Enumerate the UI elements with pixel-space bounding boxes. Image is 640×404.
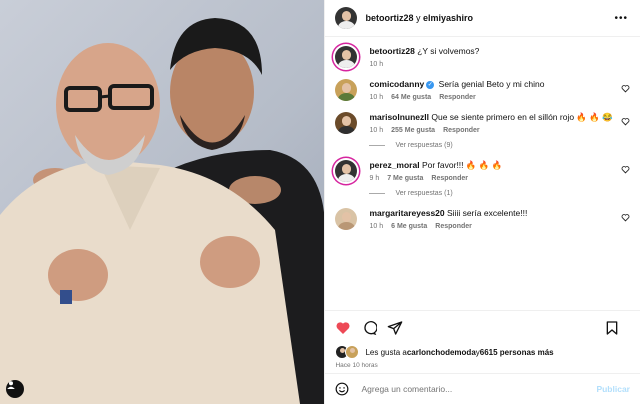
comment-likes[interactable]: 7 Me gusta [387,175,423,182]
commenter-avatar[interactable] [335,112,358,134]
comment-text: Sería genial Beto y mi chino [438,79,545,89]
commenter-avatar[interactable] [335,208,358,230]
caption-username[interactable]: betoortiz28 [369,46,414,56]
view-replies-label: Ver respuestas (9) [395,142,453,149]
comment-item: marisolnunezll Que se siente primero en … [335,111,630,134]
liker-username[interactable]: carlonchodemoda [407,348,476,357]
likes-count[interactable]: 6615 personas más [480,348,554,357]
post-photo[interactable] [0,0,325,404]
user-tag-icon[interactable] [6,380,24,398]
caption-text: ¿Y si volvemos? [417,46,480,56]
comment-input[interactable] [359,383,597,395]
heart-outline-icon[interactable] [621,213,630,222]
publish-button[interactable]: Publicar [596,384,630,394]
reply-button[interactable]: Responder [435,223,472,230]
post-time: Hace 10 horas [335,362,378,369]
caption-avatar[interactable] [335,46,358,68]
add-comment-bar: Publicar [325,373,640,404]
commenter-username[interactable]: margaritareyess20 [369,208,444,218]
comment-text: Por favor!!! 🔥 🔥 🔥 [421,160,503,170]
commenter-avatar[interactable] [335,160,358,182]
coauthor-username[interactable]: elmiyashiro [423,13,473,23]
view-replies-button[interactable]: Ver respuestas (9) [369,142,630,149]
instagram-post-modal: betoortiz28 y elmiyashiro ••• betoortiz2… [0,0,640,404]
reply-button[interactable]: Responder [443,127,480,134]
caption-time: 10 h [369,61,384,68]
view-replies-label: Ver respuestas (1) [395,190,453,197]
heart-filled-icon[interactable] [335,320,351,336]
comment-time: 10 h [369,94,384,101]
heart-outline-icon[interactable] [621,84,630,93]
heart-outline-icon[interactable] [621,165,630,174]
photo-illustration [0,18,325,404]
comment-likes[interactable]: 6 Me gusta [391,223,427,230]
commenter-username[interactable]: marisolnunezll [369,112,429,122]
more-icon[interactable]: ••• [614,13,628,24]
comment-text: Que se siente primero en el sillón rojo … [431,112,613,122]
view-replies-button[interactable]: Ver respuestas (1) [369,190,630,197]
comment-time: 9 h [369,175,380,182]
comment-likes[interactable]: 255 Me gusta [391,127,435,134]
reply-button[interactable]: Responder [431,175,468,182]
reply-button[interactable]: Responder [439,94,476,101]
comments-list[interactable]: betoortiz28 ¿Y si volvemos? 10 h comicod… [325,37,640,310]
action-bar [335,319,630,337]
authors-connector: y [413,13,424,23]
comment-item: perez_moral Por favor!!! 🔥 🔥 🔥 9 h 7 Me g… [335,159,630,182]
comment-text: Siiii sería excelente!!! [447,208,528,218]
commenter-avatar[interactable] [335,79,358,101]
heart-outline-icon[interactable] [621,117,630,126]
comment-time: 10 h [369,223,384,230]
commenter-username[interactable]: perez_moral [369,160,419,170]
caption: betoortiz28 ¿Y si volvemos? 10 h [335,45,630,68]
comment-icon[interactable] [361,320,378,336]
author-username[interactable]: betoortiz28 [365,13,413,23]
comment-item: margaritareyess20 Siiii sería excelente!… [335,207,630,230]
comment-likes[interactable]: 64 Me gusta [391,94,431,101]
post-actions: Les gusta a carlonchodemoda y 6615 perso… [325,310,640,373]
commenter-username[interactable]: comicodanny [369,79,424,89]
emoji-icon[interactable] [335,382,349,396]
verified-badge-icon: ✓ [426,80,435,89]
comment-time: 10 h [369,127,384,134]
bookmark-icon[interactable] [604,320,620,336]
post-header: betoortiz28 y elmiyashiro ••• [325,0,640,37]
author-avatar[interactable] [335,7,358,29]
post-authors: betoortiz28 y elmiyashiro [365,13,473,23]
likes-prefix: Les gusta a [365,347,407,357]
comment-item: comicodanny ✓ Sería genial Beto y mi chin… [335,78,630,101]
likers-avatars [335,345,360,359]
likes-summary: Les gusta a carlonchodemoda y 6615 perso… [335,345,630,359]
post-side-panel: betoortiz28 y elmiyashiro ••• betoortiz2… [324,0,640,404]
share-icon[interactable] [387,320,403,336]
